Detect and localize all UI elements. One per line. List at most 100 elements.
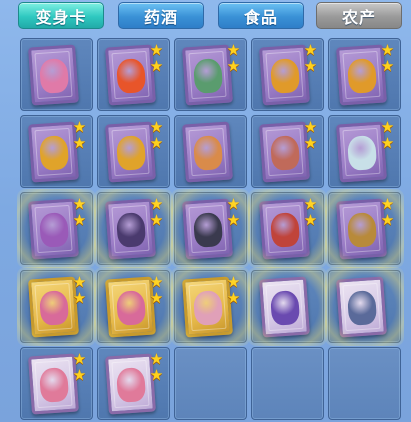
tab-label: 变身卡: [35, 7, 87, 27]
star-rating: ★ ★: [149, 197, 165, 229]
inventory-slot[interactable]: ★ ★: [97, 347, 170, 420]
inventory-slot[interactable]: ★ ★: [251, 115, 324, 188]
star-icon: ★: [72, 289, 87, 307]
star-rating: ★ ★: [149, 352, 165, 384]
fire-dragon-icon: [115, 58, 146, 94]
pink-pig-doll-icon: [38, 58, 69, 94]
inventory-slot[interactable]: ★ ★: [251, 38, 324, 111]
star-icon: ★: [380, 57, 395, 75]
star-icon: ★: [149, 273, 164, 291]
star-icon: ★: [380, 211, 395, 229]
pink-girl-icon: [115, 367, 146, 403]
empty-slot[interactable]: [251, 347, 324, 420]
inventory-slot[interactable]: ★ ★: [94, 189, 173, 268]
star-icon: ★: [149, 134, 164, 152]
star-rating: ★ ★: [380, 120, 396, 152]
inventory-slot[interactable]: ★ ★: [20, 115, 93, 188]
star-icon: ★: [303, 57, 318, 75]
inventory-slot[interactable]: ★ ★: [97, 38, 170, 111]
star-rating: ★ ★: [380, 197, 396, 229]
star-icon: ★: [149, 350, 164, 368]
inventory-slot[interactable]: [174, 115, 247, 188]
inventory-slot[interactable]: ★ ★: [328, 38, 401, 111]
transform-card-item: [182, 121, 233, 183]
pink-fairy-icon: [38, 290, 69, 326]
star-rating: ★ ★: [72, 120, 88, 152]
inventory-slot[interactable]: [20, 38, 93, 111]
golden-lion-icon: [269, 58, 300, 94]
star-rating: ★ ★: [226, 275, 242, 307]
star-icon: ★: [303, 41, 318, 59]
star-rating: ★ ★: [72, 352, 88, 384]
star-icon: ★: [226, 41, 241, 59]
star-rating: ★ ★: [303, 120, 319, 152]
inventory-slot[interactable]: ★ ★: [17, 267, 96, 346]
star-rating: ★ ★: [226, 43, 242, 75]
golden-general-icon: [346, 212, 377, 248]
red-boar-icon: [269, 135, 300, 171]
tab-label: 食品: [243, 7, 278, 27]
purple-phoenix-icon: [38, 212, 69, 248]
star-icon: ★: [226, 57, 241, 75]
empty-slot[interactable]: [328, 347, 401, 420]
star-icon: ★: [72, 195, 87, 213]
star-rating: ★ ★: [380, 43, 396, 75]
transform-card-item: [28, 44, 79, 106]
star-icon: ★: [226, 195, 241, 213]
inventory-slot[interactable]: ★ ★: [20, 347, 93, 420]
flower-dancer-icon: [192, 290, 223, 326]
star-icon: ★: [149, 195, 164, 213]
inventory-slot[interactable]: ★ ★: [171, 267, 250, 346]
star-icon: ★: [149, 211, 164, 229]
inventory-slot[interactable]: [325, 267, 404, 346]
star-icon: ★: [72, 366, 87, 384]
purple-knight-icon: [269, 290, 300, 326]
inventory-slot[interactable]: ★ ★: [17, 189, 96, 268]
star-rating: ★ ★: [149, 43, 165, 75]
star-icon: ★: [72, 273, 87, 291]
white-qilin-icon: [346, 135, 377, 171]
inventory-slot[interactable]: ★ ★: [97, 115, 170, 188]
star-icon: ★: [149, 41, 164, 59]
star-rating: ★ ★: [149, 120, 165, 152]
pink-girl-icon: [38, 367, 69, 403]
inventory-slot[interactable]: ★ ★: [328, 115, 401, 188]
star-icon: ★: [303, 118, 318, 136]
star-icon: ★: [380, 118, 395, 136]
inventory-slot[interactable]: ★ ★: [248, 189, 327, 268]
red-green-dragon-icon: [269, 212, 300, 248]
tab-farm-produce[interactable]: 农产: [316, 2, 402, 29]
star-icon: ★: [72, 118, 87, 136]
tab-transform-card[interactable]: 变身卡: [18, 2, 104, 29]
inventory-slot[interactable]: [248, 267, 327, 346]
golden-lion-icon: [346, 58, 377, 94]
tab-label: 农产: [341, 7, 376, 27]
empty-slot[interactable]: [174, 347, 247, 420]
fox-spirit-icon: [192, 135, 223, 171]
tab-medicine-wine[interactable]: 药酒: [118, 2, 204, 29]
star-icon: ★: [72, 211, 87, 229]
inventory-slot[interactable]: ★ ★: [94, 267, 173, 346]
category-tabs: 变身卡 药酒 食品 农产: [0, 0, 411, 34]
inventory-slot[interactable]: ★ ★: [174, 38, 247, 111]
armored-sage-icon: [346, 290, 377, 326]
transform-card-item: [259, 276, 310, 338]
star-icon: ★: [226, 211, 241, 229]
transform-card-item: [336, 276, 387, 338]
star-icon: ★: [303, 211, 318, 229]
star-icon: ★: [149, 57, 164, 75]
star-rating: ★ ★: [149, 275, 165, 307]
dark-swordsman-icon: [192, 212, 223, 248]
star-rating: ★ ★: [226, 197, 242, 229]
tab-food[interactable]: 食品: [218, 2, 304, 29]
star-icon: ★: [149, 118, 164, 136]
tab-label: 药酒: [143, 7, 178, 27]
star-rating: ★ ★: [72, 275, 88, 307]
inventory-slot[interactable]: ★ ★: [171, 189, 250, 268]
star-icon: ★: [380, 195, 395, 213]
inventory-slot[interactable]: ★ ★: [325, 189, 404, 268]
star-icon: ★: [226, 289, 241, 307]
star-icon: ★: [303, 134, 318, 152]
dark-maiden-icon: [115, 212, 146, 248]
star-icon: ★: [149, 289, 164, 307]
